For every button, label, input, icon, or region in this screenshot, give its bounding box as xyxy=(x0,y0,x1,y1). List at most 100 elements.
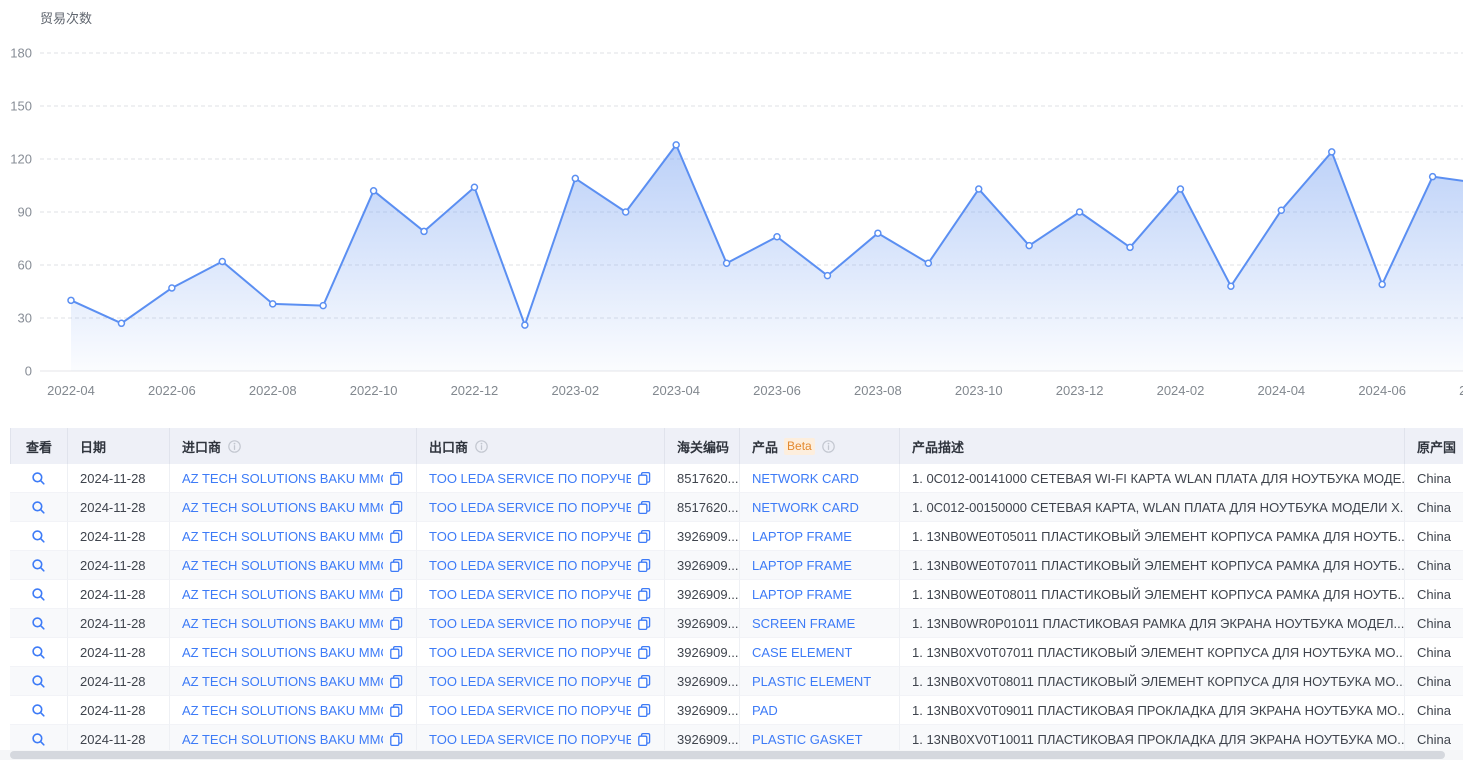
copy-importer-button[interactable] xyxy=(389,529,404,544)
importer-link[interactable]: AZ TECH SOLUTIONS BAKU MMC xyxy=(182,587,383,602)
view-record-button[interactable] xyxy=(31,500,46,515)
copy-exporter-button[interactable] xyxy=(637,616,652,631)
exporter-link[interactable]: TOO LEDA SERVICE ПО ПОРУЧЕН... xyxy=(429,500,631,515)
data-point-2023-07[interactable] xyxy=(824,273,830,279)
exporter-cell: TOO LEDA SERVICE ПО ПОРУЧЕН... xyxy=(417,551,665,580)
copy-importer-button[interactable] xyxy=(389,645,404,660)
importer-link[interactable]: AZ TECH SOLUTIONS BAKU MMC xyxy=(182,500,383,515)
view-record-button[interactable] xyxy=(31,674,46,689)
exporter-link[interactable]: TOO LEDA SERVICE ПО ПОРУЧЕН... xyxy=(429,529,631,544)
copy-importer-button[interactable] xyxy=(389,587,404,602)
importer-link[interactable]: AZ TECH SOLUTIONS BAKU MMC xyxy=(182,703,383,718)
data-point-2023-05[interactable] xyxy=(724,260,730,266)
exporter-link[interactable]: TOO LEDA SERVICE ПО ПОРУЧЕН... xyxy=(429,674,631,689)
exporter-link[interactable]: TOO LEDA SERVICE ПО ПОРУЧЕН... xyxy=(429,616,631,631)
copy-importer-button[interactable] xyxy=(389,500,404,515)
view-record-button[interactable] xyxy=(31,587,46,602)
importer-link[interactable]: AZ TECH SOLUTIONS BAKU MMC xyxy=(182,616,383,631)
importer-link[interactable]: AZ TECH SOLUTIONS BAKU MMC xyxy=(182,674,383,689)
copy-exporter-button[interactable] xyxy=(637,500,652,515)
product-link[interactable]: NETWORK CARD xyxy=(752,500,859,515)
copy-exporter-button[interactable] xyxy=(637,587,652,602)
product-link[interactable]: PLASTIC ELEMENT xyxy=(752,674,871,689)
copy-importer-button[interactable] xyxy=(389,558,404,573)
data-point-2022-09[interactable] xyxy=(320,303,326,309)
view-record-button[interactable] xyxy=(31,471,46,486)
copy-importer-button[interactable] xyxy=(389,703,404,718)
view-record-button[interactable] xyxy=(31,529,46,544)
product-link[interactable]: LAPTOP FRAME xyxy=(752,558,852,573)
copy-exporter-button[interactable] xyxy=(637,703,652,718)
horizontal-scrollbar[interactable] xyxy=(0,750,1463,760)
copy-importer-button[interactable] xyxy=(389,732,404,747)
description-cell: 1. 0C012-00150000 СЕТЕВАЯ КАРТА, WLAN ПЛ… xyxy=(900,493,1405,522)
data-point-2022-10[interactable] xyxy=(371,188,377,194)
data-point-2024-01[interactable] xyxy=(1127,244,1133,250)
copy-exporter-button[interactable] xyxy=(637,558,652,573)
product-link[interactable]: NETWORK CARD xyxy=(752,471,859,486)
product-link[interactable]: SCREEN FRAME xyxy=(752,616,855,631)
product-link[interactable]: LAPTOP FRAME xyxy=(752,587,852,602)
copy-importer-button[interactable] xyxy=(389,471,404,486)
info-icon[interactable] xyxy=(474,439,489,454)
data-point-2023-06[interactable] xyxy=(774,234,780,240)
copy-exporter-button[interactable] xyxy=(637,674,652,689)
hs-code-value: 3926909... xyxy=(677,616,738,631)
data-point-2023-12[interactable] xyxy=(1077,209,1083,215)
exporter-link[interactable]: TOO LEDA SERVICE ПО ПОРУЧЕН... xyxy=(429,703,631,718)
data-point-2024-06[interactable] xyxy=(1379,281,1385,287)
data-point-2024-04[interactable] xyxy=(1278,207,1284,213)
data-point-2022-04[interactable] xyxy=(68,297,74,303)
data-point-2023-01[interactable] xyxy=(522,322,528,328)
view-record-button[interactable] xyxy=(31,732,46,747)
product-link[interactable]: LAPTOP FRAME xyxy=(752,529,852,544)
importer-link[interactable]: AZ TECH SOLUTIONS BAKU MMC xyxy=(182,558,383,573)
view-record-button[interactable] xyxy=(31,558,46,573)
info-icon[interactable] xyxy=(227,439,242,454)
date-cell: 2024-11-28 xyxy=(68,493,170,522)
copy-exporter-button[interactable] xyxy=(637,471,652,486)
view-record-button[interactable] xyxy=(31,703,46,718)
data-point-2024-03[interactable] xyxy=(1228,283,1234,289)
exporter-link[interactable]: TOO LEDA SERVICE ПО ПОРУЧЕН... xyxy=(429,645,631,660)
copy-importer-button[interactable] xyxy=(389,616,404,631)
product-link[interactable]: PLASTIC GASKET xyxy=(752,732,863,747)
view-record-button[interactable] xyxy=(31,645,46,660)
importer-link[interactable]: AZ TECH SOLUTIONS BAKU MMC xyxy=(182,732,383,747)
data-point-2022-11[interactable] xyxy=(421,228,427,234)
data-point-2024-02[interactable] xyxy=(1177,186,1183,192)
data-point-2023-10[interactable] xyxy=(976,186,982,192)
data-point-2023-02[interactable] xyxy=(572,175,578,181)
copy-exporter-button[interactable] xyxy=(637,529,652,544)
data-point-2022-05[interactable] xyxy=(118,320,124,326)
copy-exporter-button[interactable] xyxy=(637,645,652,660)
exporter-link[interactable]: TOO LEDA SERVICE ПО ПОРУЧЕН... xyxy=(429,558,631,573)
data-point-2022-12[interactable] xyxy=(471,184,477,190)
data-point-2022-08[interactable] xyxy=(270,301,276,307)
info-icon[interactable] xyxy=(821,439,836,454)
data-point-2023-03[interactable] xyxy=(623,209,629,215)
x-axis-tick-label: 2024-08 xyxy=(1459,383,1463,398)
data-point-2023-04[interactable] xyxy=(673,142,679,148)
data-point-2023-09[interactable] xyxy=(925,260,931,266)
data-point-2024-07[interactable] xyxy=(1430,174,1436,180)
data-point-2022-06[interactable] xyxy=(169,285,175,291)
scrollbar-thumb[interactable] xyxy=(10,751,1445,759)
importer-link[interactable]: AZ TECH SOLUTIONS BAKU MMC xyxy=(182,471,383,486)
copy-exporter-button[interactable] xyxy=(637,732,652,747)
hs-code-cell: 3926909... xyxy=(665,551,740,580)
exporter-link[interactable]: TOO LEDA SERVICE ПО ПОРУЧЕН... xyxy=(429,587,631,602)
data-point-2023-11[interactable] xyxy=(1026,243,1032,249)
copy-importer-button[interactable] xyxy=(389,674,404,689)
data-point-2023-08[interactable] xyxy=(875,230,881,236)
exporter-link[interactable]: TOO LEDA SERVICE ПО ПОРУЧЕН... xyxy=(429,471,631,486)
importer-link[interactable]: AZ TECH SOLUTIONS BAKU MMC xyxy=(182,645,383,660)
product-link[interactable]: PAD xyxy=(752,703,778,718)
view-record-button[interactable] xyxy=(31,616,46,631)
product-link[interactable]: CASE ELEMENT xyxy=(752,645,852,660)
data-point-2022-07[interactable] xyxy=(219,258,225,264)
origin-country-value: China xyxy=(1417,558,1451,573)
data-point-2024-05[interactable] xyxy=(1329,149,1335,155)
exporter-link[interactable]: TOO LEDA SERVICE ПО ПОРУЧЕН... xyxy=(429,732,631,747)
importer-link[interactable]: AZ TECH SOLUTIONS BAKU MMC xyxy=(182,529,383,544)
